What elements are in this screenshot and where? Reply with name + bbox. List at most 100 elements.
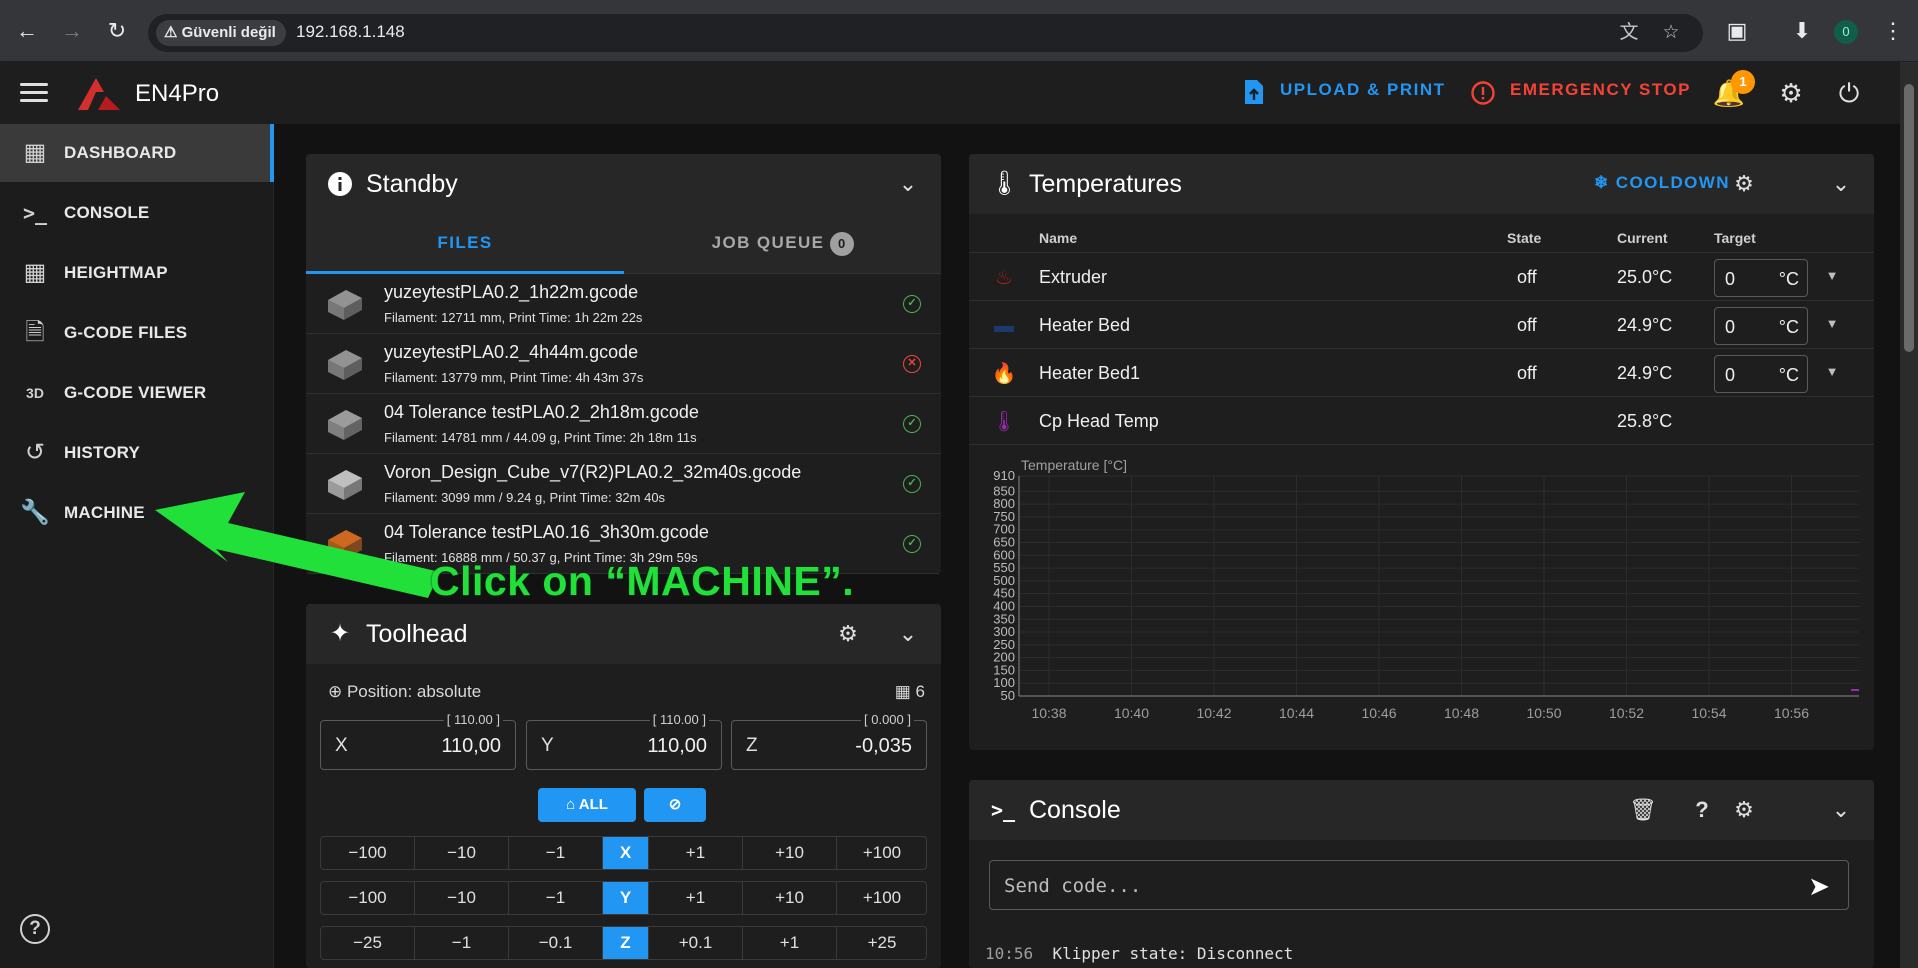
jog-button[interactable]: +1	[743, 927, 837, 959]
emergency-stop-button[interactable]: EMERGENCY STOP	[1510, 80, 1691, 100]
upload-file-icon[interactable]	[1242, 78, 1266, 106]
temperature-chart[interactable]: Temperature [°C] 501001502002503003504004…	[969, 454, 1874, 744]
back-icon[interactable]: ←	[12, 16, 42, 46]
file-row[interactable]: Voron_Design_Cube_v7(R2)PLA0.2_32m40s.gc…	[306, 454, 941, 514]
x-position-field[interactable]: [ 110.00 ] X 110,00	[320, 712, 516, 770]
file-meta: Filament: 14781 mm / 44.09 g, Print Time…	[384, 430, 697, 445]
send-icon[interactable]: ➤	[1804, 871, 1834, 901]
info-icon	[328, 172, 352, 196]
standby-title: Standby	[366, 170, 458, 198]
gear-icon[interactable]: ⚙	[1731, 171, 1757, 197]
console-input[interactable]	[1004, 873, 1784, 899]
extensions-icon[interactable]: ▣	[1722, 16, 1752, 46]
bookmark-star-icon[interactable]: ☆	[1658, 20, 1684, 46]
sidebar-item-history[interactable]: ↺ HISTORY	[0, 424, 274, 482]
jog-button[interactable]: −1	[415, 927, 509, 959]
sidebar-item-gcode-viewer[interactable]: 3D G-CODE VIEWER	[0, 364, 274, 422]
cooldown-button[interactable]: ❄ COOLDOWN	[1594, 173, 1730, 193]
target-temp-input[interactable]: 0 °C	[1714, 259, 1808, 297]
tab-files[interactable]: FILES	[306, 214, 624, 274]
profile-avatar[interactable]: 0	[1834, 20, 1858, 44]
upload-print-button[interactable]: UPLOAD & PRINT	[1280, 80, 1446, 100]
gear-icon[interactable]: ⚙	[1731, 797, 1757, 823]
chart-y-tick: 600	[993, 547, 1015, 562]
grid-count[interactable]: ▦ 6	[895, 682, 925, 702]
help-icon[interactable]: ?	[20, 914, 50, 944]
jog-button[interactable]: +25	[837, 927, 926, 959]
alert-circle-icon[interactable]	[1470, 80, 1496, 106]
jog-button[interactable]: −100	[321, 882, 415, 914]
jog-button[interactable]: −10	[415, 837, 509, 869]
jog-button[interactable]: −25	[321, 927, 415, 959]
temperatures-header: 🌡 Temperatures ❄ COOLDOWN ⚙ ⌄	[969, 154, 1874, 214]
sidebar-item-console[interactable]: >_ CONSOLE	[0, 184, 274, 242]
sidebar-item-heightmap[interactable]: ▦ HEIGHTMAP	[0, 244, 274, 302]
reload-icon[interactable]: ↻	[102, 16, 132, 46]
scrollbar-thumb[interactable]	[1904, 84, 1914, 352]
gear-icon[interactable]: ⚙	[835, 621, 861, 647]
jog-button[interactable]: +1	[649, 837, 743, 869]
page-scrollbar[interactable]	[1900, 62, 1918, 968]
chevron-down-icon[interactable]: ⌄	[895, 621, 921, 647]
check-circle-icon: ✓	[903, 295, 921, 313]
settings-cog-icon[interactable]: ⚙	[1774, 76, 1808, 110]
download-icon[interactable]: ⬇	[1787, 16, 1817, 46]
jog-button[interactable]: −0.1	[509, 927, 603, 959]
y-position-field[interactable]: [ 110.00 ] Y 110,00	[526, 712, 722, 770]
chart-x-tick: 10:50	[1526, 705, 1561, 721]
x-position-value: 110,00	[441, 735, 501, 757]
home-all-button[interactable]: ⌂ ALL	[538, 788, 636, 822]
translate-icon[interactable]: 文	[1616, 20, 1642, 46]
jog-button[interactable]: −1	[509, 837, 603, 869]
file-row[interactable]: 04 Tolerance testPLA0.2_2h18m.gcode Filam…	[306, 394, 941, 454]
jog-button[interactable]: −100	[321, 837, 415, 869]
chart-y-tick: 400	[993, 598, 1015, 613]
file-row[interactable]: yuzeytestPLA0.2_1h22m.gcode Filament: 127…	[306, 274, 941, 334]
temperatures-panel: 🌡 Temperatures ❄ COOLDOWN ⚙ ⌄ Name State…	[969, 154, 1874, 750]
trash-icon[interactable]: 🗑	[1629, 797, 1657, 823]
chevron-down-icon[interactable]: ⌄	[895, 171, 921, 197]
forward-icon[interactable]: →	[57, 16, 87, 46]
file-name: Voron_Design_Cube_v7(R2)PLA0.2_32m40s.gc…	[384, 462, 802, 482]
jog-button[interactable]: +10	[743, 837, 837, 869]
browser-menu-icon[interactable]: ⋮	[1878, 16, 1908, 46]
z-position-field[interactable]: [ 0.000 ] Z -0,035	[731, 712, 927, 770]
thermometer-lines-icon: 🌡	[989, 170, 1020, 197]
chevron-down-icon[interactable]: ▼	[1823, 267, 1841, 285]
jog-button[interactable]: +0.1	[649, 927, 743, 959]
power-icon[interactable]: ⏻	[1832, 76, 1866, 110]
target-temp-input[interactable]: 0 °C	[1714, 307, 1808, 345]
file-row[interactable]: yuzeytestPLA0.2_4h44m.gcode Filament: 137…	[306, 334, 941, 394]
check-circle-icon: ✓	[903, 535, 921, 553]
url-text[interactable]: 192.168.1.148	[296, 22, 405, 42]
chevron-down-icon[interactable]: ▼	[1823, 315, 1841, 333]
motors-off-button[interactable]: ⊘	[644, 788, 706, 822]
address-bar[interactable]: ⚠ Güvenli değil 192.168.1.148 文 ☆	[148, 14, 1703, 52]
console-input-field[interactable]: ➤	[989, 860, 1849, 910]
sidebar-item-machine[interactable]: 🔧 MACHINE	[0, 484, 274, 542]
jog-button[interactable]: +100	[837, 837, 926, 869]
security-chip[interactable]: ⚠ Güvenli değil	[156, 20, 286, 46]
jog-button[interactable]: +100	[837, 882, 926, 914]
help-circle-icon[interactable]: ?	[1689, 797, 1715, 823]
jog-button[interactable]: −10	[415, 882, 509, 914]
chevron-down-icon[interactable]: ⌄	[1828, 171, 1854, 197]
jog-button[interactable]: +10	[743, 882, 837, 914]
check-circle-icon: ✓	[903, 415, 921, 433]
menu-icon[interactable]	[20, 80, 48, 104]
file-thumbnail-icon	[328, 410, 362, 440]
jog-axis-label: Z	[603, 927, 649, 959]
jog-button[interactable]: +1	[649, 882, 743, 914]
chevron-down-icon[interactable]: ▼	[1823, 363, 1841, 381]
chevron-down-icon[interactable]: ⌄	[1828, 797, 1854, 823]
column-target: Target	[1714, 230, 1756, 246]
file-thumbnail-icon	[328, 350, 362, 380]
tab-job-queue-label: JOB QUEUE	[711, 233, 825, 252]
file-thumbnail-icon	[328, 470, 362, 500]
sidebar-item-gcode-files[interactable]: 🗎 G-CODE FILES	[0, 304, 274, 362]
sidebar-item-label: HISTORY	[64, 443, 141, 462]
target-temp-input[interactable]: 0 °C	[1714, 355, 1808, 393]
tab-job-queue[interactable]: JOB QUEUE 0	[624, 214, 941, 274]
jog-button[interactable]: −1	[509, 882, 603, 914]
sidebar-item-dashboard[interactable]: ▦ DASHBOARD	[0, 124, 274, 182]
